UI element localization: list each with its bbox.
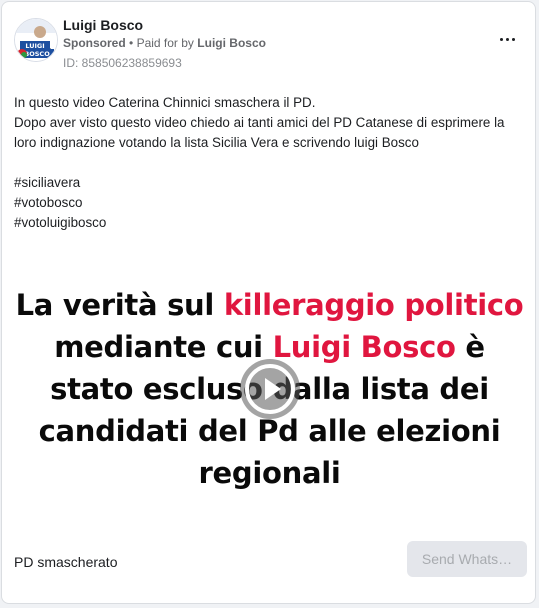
ad-id: ID: 858506238859693 — [63, 56, 182, 70]
meta-separator: • — [129, 36, 134, 50]
svg-text:BOSCO: BOSCO — [24, 50, 50, 58]
paid-for-name: Luigi Bosco — [197, 36, 266, 50]
send-whatsapp-button[interactable]: Send Whats… — [407, 541, 527, 577]
page-name[interactable]: Luigi Bosco — [63, 17, 143, 33]
dot — [505, 37, 509, 41]
dot — [511, 37, 515, 41]
hashtag[interactable]: #votobosco — [14, 193, 526, 213]
avatar[interactable]: LUIGI BOSCO — [14, 18, 58, 62]
svg-text:LUIGI: LUIGI — [25, 42, 44, 50]
sponsored-label: Sponsored — [63, 36, 126, 50]
video-media[interactable]: La verità sul killeraggio politico media… — [2, 254, 535, 536]
avatar-image: LUIGI BOSCO — [15, 19, 57, 61]
headline-text: La verità sul — [15, 288, 224, 322]
link-caption[interactable]: PD smascherato — [14, 554, 117, 570]
ad-footer: PD smascherato Send Whats… — [2, 536, 535, 602]
body-line: loro indignazione votando la lista Sicil… — [14, 135, 419, 150]
ad-card: LUIGI BOSCO Luigi Bosco Sponsored • Paid… — [1, 1, 536, 604]
body-line: Dopo aver visto questo video chiedo ai t… — [14, 115, 505, 130]
headline-text: regionali — [198, 456, 341, 490]
headline-highlight: killeraggio politico — [223, 288, 524, 322]
hashtag[interactable]: #siciliavera — [14, 173, 526, 193]
sponsored-meta: Sponsored • Paid for by Luigi Bosco — [63, 36, 266, 50]
play-button[interactable] — [240, 359, 300, 419]
play-icon — [245, 364, 295, 414]
hashtag[interactable]: #votoluigibosco — [14, 213, 526, 233]
headline-text: è — [455, 330, 485, 364]
paid-for-prefix: Paid for by — [136, 36, 194, 50]
ad-header: LUIGI BOSCO Luigi Bosco Sponsored • Paid… — [12, 12, 525, 72]
ad-body-text: In questo video Caterina Chinnici smasch… — [14, 93, 526, 233]
body-line: In questo video Caterina Chinnici smasch… — [14, 95, 316, 110]
headline-highlight: Luigi Bosco — [272, 330, 456, 364]
dot — [499, 37, 503, 41]
more-options-icon[interactable] — [495, 32, 519, 46]
